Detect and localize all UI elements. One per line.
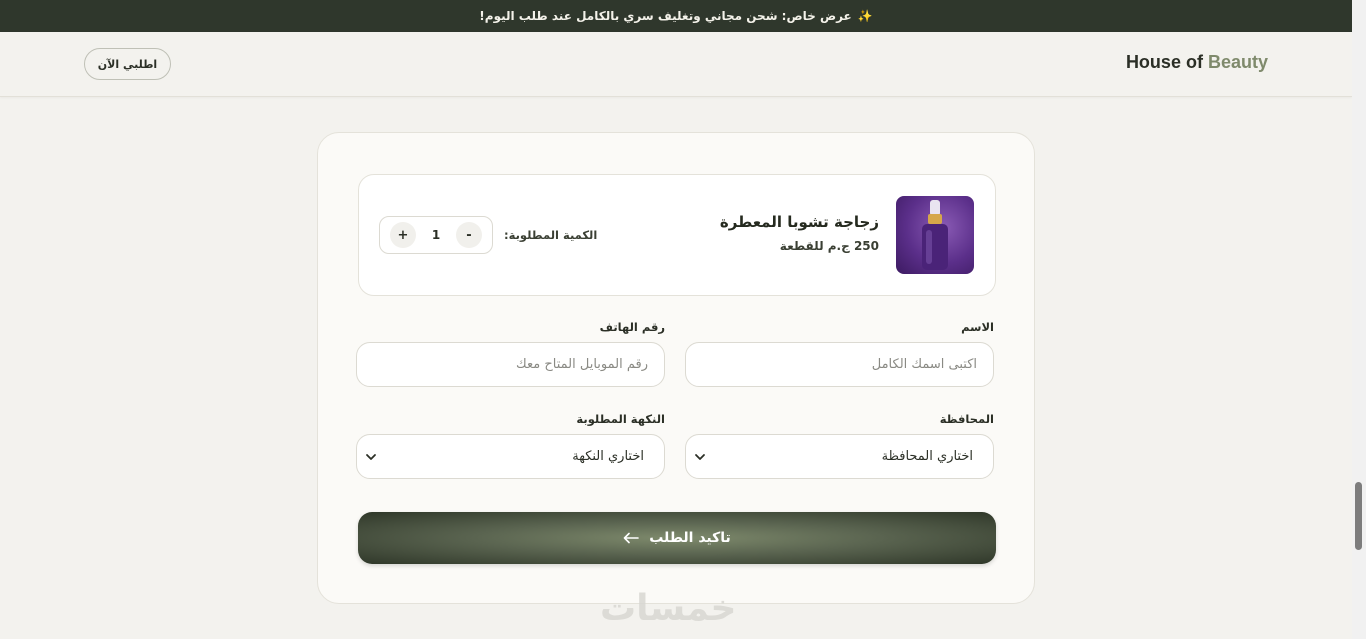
governorate-label: المحافظة: [939, 412, 994, 426]
order-form-card: زجاجة تشوبا المعطرة 250 ج.م للقطعة الكمي…: [317, 132, 1035, 604]
order-now-button[interactable]: اطلبي الآن: [84, 48, 171, 80]
product-name: زجاجة تشوبا المعطرة: [719, 213, 879, 231]
confirm-order-label: تاكيد الطلب: [649, 530, 731, 546]
chevron-down-icon: [366, 453, 376, 460]
product-price: 250 ج.م للقطعة: [779, 239, 879, 253]
governorate-value: اختاري المحافظة: [881, 449, 973, 464]
quantity-value[interactable]: 1: [432, 228, 440, 242]
chevron-down-icon: [695, 453, 705, 460]
flavor-select[interactable]: اختاري النكهة: [356, 434, 665, 479]
product-image: [896, 196, 974, 274]
sparkle-icon: ✨: [857, 9, 873, 23]
announcement-text: عرض خاص: شحن مجاني وتغليف سري بالكامل عن…: [479, 9, 852, 23]
brand-logo[interactable]: House of Beauty: [1126, 52, 1268, 73]
flavor-label: النكهة المطلوبة: [576, 412, 665, 426]
decrement-button[interactable]: -: [455, 222, 482, 248]
name-input[interactable]: [685, 342, 994, 387]
arrow-left-icon: [623, 532, 640, 544]
quantity-label: الكمية المطلوبة:: [504, 228, 598, 242]
quantity-stepper: + 1 -: [379, 216, 493, 254]
brand-name-part2: Beauty: [1207, 52, 1268, 72]
flavor-value: اختاري النكهة: [572, 449, 644, 464]
product-summary: زجاجة تشوبا المعطرة 250 ج.م للقطعة الكمي…: [358, 174, 996, 296]
governorate-select[interactable]: اختاري المحافظة: [685, 434, 994, 479]
phone-label: رقم الهاتف: [599, 320, 665, 334]
phone-input[interactable]: [356, 342, 665, 387]
announcement-bar: ✨ عرض خاص: شحن مجاني وتغليف سري بالكامل …: [0, 0, 1352, 32]
watermark-logo: خمسات: [600, 588, 737, 629]
page-scrollbar[interactable]: [1352, 0, 1366, 639]
increment-button[interactable]: +: [390, 222, 416, 248]
site-header: House of Beauty اطلبي الآن: [0, 32, 1352, 97]
serum-bottle-icon: [922, 200, 948, 270]
scrollbar-thumb[interactable]: [1355, 482, 1362, 550]
brand-name-part1: House of: [1125, 52, 1203, 72]
confirm-order-button[interactable]: تاكيد الطلب: [358, 512, 996, 564]
name-label: الاسم: [961, 320, 994, 334]
